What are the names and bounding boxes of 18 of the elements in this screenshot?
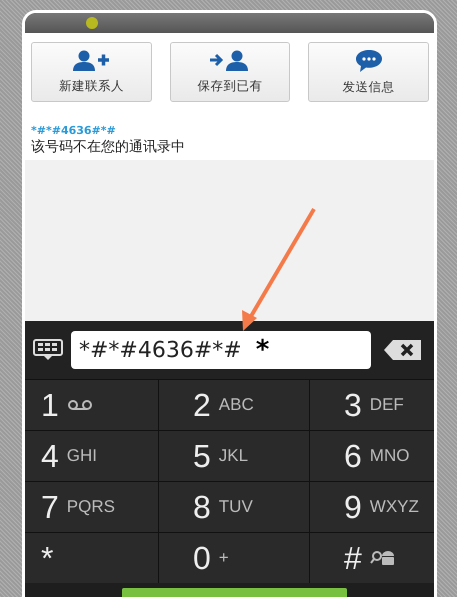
dial-key[interactable]: 4 GHI bbox=[25, 431, 158, 481]
dial-key[interactable]: 2 ABC bbox=[159, 380, 309, 430]
number-note: 该号码不在您的通讯录中 bbox=[30, 138, 186, 156]
action-button[interactable]: 新建联系人 bbox=[31, 42, 152, 102]
dial-key[interactable]: 0 + bbox=[159, 533, 309, 583]
number-field[interactable]: *#*#4636#*# * bbox=[71, 331, 371, 369]
dial-key[interactable]: 3 DEF bbox=[310, 380, 434, 430]
dial-key[interactable]: 9 WXYZ bbox=[310, 482, 434, 532]
action-button[interactable]: 发送信息 bbox=[308, 42, 430, 102]
dial-key[interactable]: 1 bbox=[25, 380, 158, 430]
dial-key[interactable]: 8 TUV bbox=[159, 482, 309, 532]
dial-key[interactable]: 7 PQRS bbox=[25, 482, 158, 532]
dial-key[interactable]: # bbox=[310, 533, 434, 583]
dial-key[interactable]: 5 JKL bbox=[159, 431, 309, 481]
dial-key[interactable]: * bbox=[25, 533, 158, 583]
action-button[interactable]: 保存到已有 bbox=[170, 42, 290, 102]
phone-number: *#*#4636#*# bbox=[30, 123, 117, 137]
dial-key[interactable]: 6 MNO bbox=[310, 431, 434, 481]
